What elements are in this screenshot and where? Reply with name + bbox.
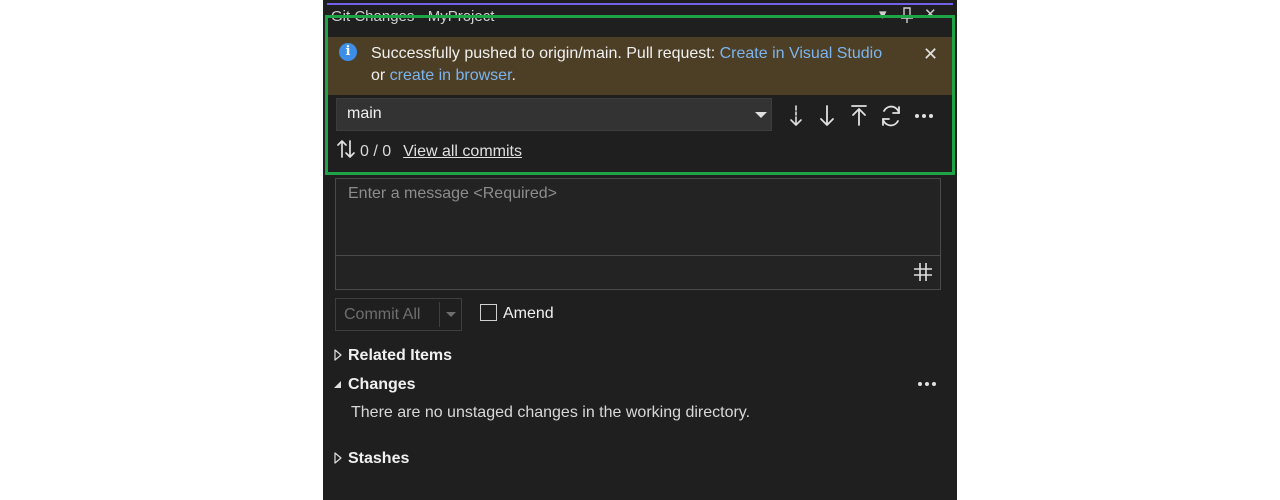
related-items-label: Related Items	[348, 347, 453, 364]
collapse-triangle-icon	[334, 381, 341, 388]
more-icon[interactable]	[911, 103, 937, 129]
section-changes[interactable]: Changes	[333, 376, 416, 394]
section-related-items[interactable]: Related Items	[333, 347, 452, 365]
notification-text-suffix: .	[511, 67, 516, 84]
git-changes-panel: Git Changes - MyProject ▾ ✕ i Successful…	[323, 0, 957, 500]
chevron-down-icon	[755, 112, 767, 118]
push-notification-bar: i Successfully pushed to origin/main. Pu…	[327, 37, 953, 95]
more-icon[interactable]	[915, 376, 939, 392]
pull-icon[interactable]	[814, 103, 840, 129]
notification-text-prefix: Successfully pushed to origin/main. Pull…	[371, 45, 720, 62]
info-icon: i	[339, 43, 357, 61]
commit-message-input[interactable]: Enter a message <Required>	[335, 178, 941, 290]
branch-name: main	[347, 105, 382, 122]
pin-icon[interactable]	[900, 7, 914, 26]
commit-all-button[interactable]: Commit All	[335, 298, 462, 331]
create-in-visual-studio-link[interactable]: Create in Visual Studio	[720, 45, 882, 62]
section-stashes[interactable]: Stashes	[333, 450, 409, 468]
amend-checkbox[interactable]: Amend	[480, 304, 554, 323]
commit-message-placeholder: Enter a message <Required>	[348, 185, 558, 202]
branch-dropdown[interactable]: main	[336, 98, 772, 131]
commit-button-divider	[439, 302, 440, 327]
panel-close-icon[interactable]: ✕	[924, 7, 937, 22]
message-box-divider	[336, 255, 940, 256]
title-accent-line	[327, 3, 953, 5]
close-icon[interactable]: ✕	[923, 43, 938, 65]
no-changes-message: There are no unstaged changes in the wor…	[351, 404, 751, 421]
notification-message: Successfully pushed to origin/main. Pull…	[371, 43, 891, 87]
stashes-label: Stashes	[348, 450, 410, 467]
notification-text-or: or	[371, 67, 390, 84]
amend-label: Amend	[503, 305, 554, 322]
view-all-commits-link[interactable]: View all commits	[403, 143, 522, 160]
hash-icon[interactable]	[912, 261, 934, 283]
push-icon[interactable]	[846, 103, 872, 129]
create-in-browser-link[interactable]: create in browser	[390, 67, 512, 84]
commit-counter-row: 0 / 0 View all commits	[336, 139, 522, 161]
panel-title: Git Changes - MyProject	[331, 8, 495, 25]
expand-triangle-icon	[334, 349, 342, 361]
checkbox-icon[interactable]	[480, 304, 497, 321]
changes-label: Changes	[348, 376, 416, 393]
incoming-outgoing-icon	[337, 140, 355, 158]
panel-title-bar: Git Changes - MyProject ▾ ✕	[323, 0, 957, 30]
commit-all-label: Commit All	[344, 306, 421, 323]
sync-icon[interactable]	[878, 103, 904, 129]
chevron-down-icon[interactable]	[446, 312, 456, 317]
fetch-icon[interactable]	[783, 103, 809, 129]
commit-count: 0 / 0	[360, 143, 392, 160]
window-dropdown-icon[interactable]: ▾	[879, 7, 887, 22]
expand-triangle-icon	[334, 452, 342, 464]
